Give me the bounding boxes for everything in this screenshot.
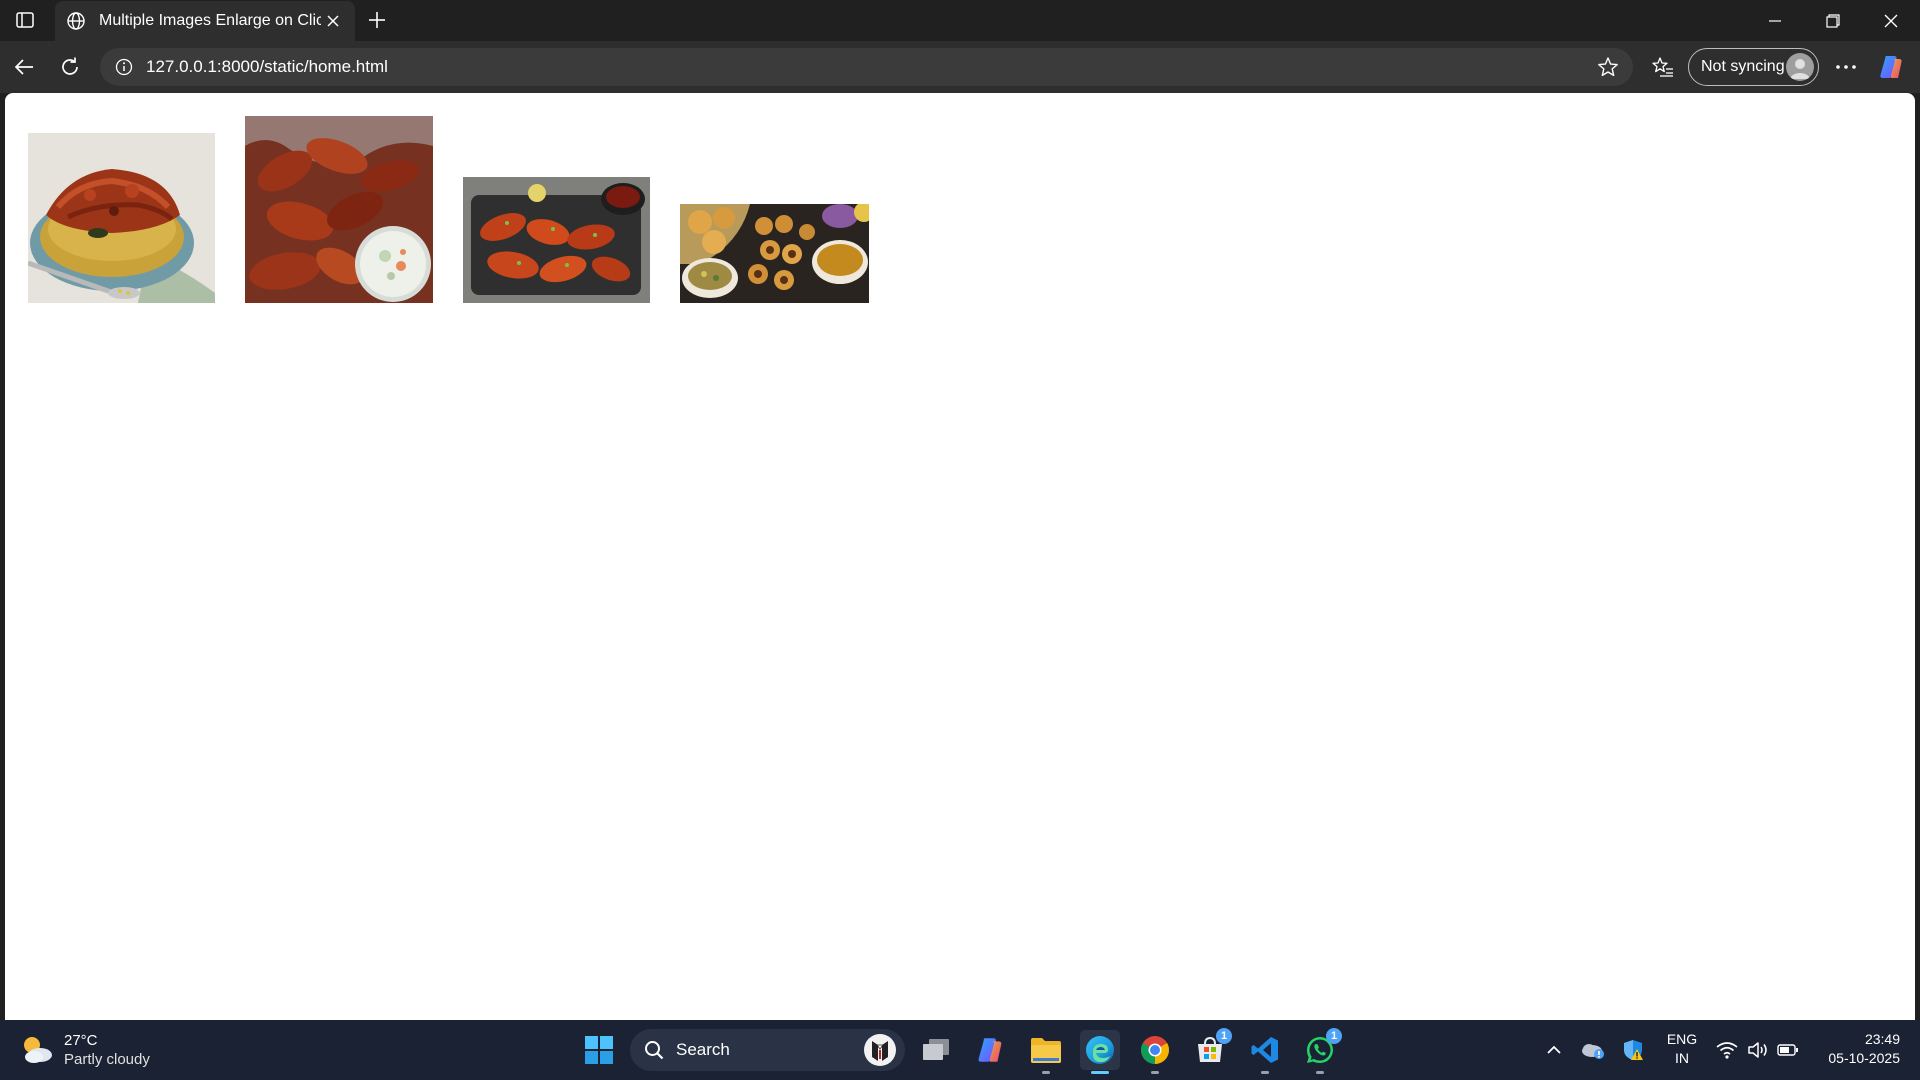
running-indicator [1151,1071,1159,1074]
store-badge: 1 [1216,1028,1232,1044]
close-icon [327,15,339,27]
restore-button[interactable] [1804,0,1862,41]
plus-icon [369,12,385,28]
running-indicator [1042,1071,1050,1074]
battery-tray-icon[interactable] [1774,1030,1802,1070]
favorite-star-icon[interactable] [1591,50,1625,84]
edge-browser-icon [1086,1036,1114,1064]
search-label: Search [676,1040,730,1059]
windows-taskbar: 27°C Partly cloudy Search 1 1 ENG IN 23:… [0,1020,1920,1080]
language-code: ENG [1666,1031,1698,1047]
new-tab-button[interactable] [362,6,392,34]
taskbar-copilot[interactable] [971,1030,1011,1070]
tab-active[interactable]: Multiple Images Enlarge on Click [55,1,355,41]
search-icon [645,1041,664,1060]
more-horizontal-icon [1836,65,1856,69]
more-options-button[interactable] [1828,49,1864,85]
start-button[interactable] [579,1030,619,1070]
sync-status-label: Not syncing [1701,58,1785,75]
copilot-icon [978,1038,1002,1062]
browser-titlebar: Multiple Images Enlarge on Click [0,0,1920,41]
favorites-list-icon [1652,57,1673,77]
folder-icon [1031,1038,1061,1063]
windows-logo-icon [585,1036,613,1064]
language-region: IN [1675,1050,1689,1066]
search-highlight-icon [864,1034,896,1066]
clock[interactable]: 23:49 05-10-2025 [1808,1030,1900,1068]
taskbar-store[interactable]: 1 [1190,1028,1232,1070]
copilot-button[interactable] [1874,49,1910,85]
vscode-icon [1251,1037,1278,1063]
taskbar-chrome[interactable] [1135,1030,1175,1074]
wifi-tray-icon[interactable] [1712,1030,1742,1070]
food-image-3[interactable] [463,177,650,303]
taskbar-vscode[interactable] [1245,1030,1285,1074]
back-arrow-icon [14,59,33,75]
site-info-icon[interactable] [112,55,136,79]
minimize-button[interactable] [1746,0,1804,41]
weather-temperature: 27°C [64,1032,98,1049]
screen: Multiple Images Enlarge on Click 127.0.0… [0,0,1920,1080]
favorites-button[interactable] [1645,49,1681,85]
chevron-up-icon [1547,1045,1561,1054]
tab-actions-button[interactable] [10,6,40,34]
volume-tray-icon[interactable] [1744,1030,1772,1070]
profile-sync-button[interactable]: Not syncing [1688,48,1819,86]
taskbar-file-explorer[interactable] [1026,1030,1066,1074]
globe-icon [65,10,87,32]
food-image-2[interactable] [245,116,433,303]
language-indicator[interactable]: ENG IN [1660,1030,1704,1068]
clock-date: 05-10-2025 [1828,1050,1900,1066]
task-view-icon [923,1039,949,1060]
clock-time: 23:49 [1864,1031,1900,1047]
refresh-button[interactable] [52,49,88,85]
taskbar-task-view[interactable] [916,1030,956,1070]
partly-cloudy-icon [24,1037,52,1063]
weather-widget[interactable]: 27°C Partly cloudy [18,1028,150,1072]
running-indicator [1261,1071,1269,1074]
tab-title: Multiple Images Enlarge on Click [99,12,321,29]
address-bar[interactable]: 127.0.0.1:8000/static/home.html [100,48,1633,86]
chrome-browser-icon [1141,1036,1169,1064]
weather-description: Partly cloudy [64,1051,150,1068]
food-image-1[interactable] [28,133,215,303]
food-image-4[interactable] [680,204,869,303]
taskbar-search[interactable]: Search [630,1029,905,1071]
address-url[interactable]: 127.0.0.1:8000/static/home.html [146,57,1591,77]
taskbar-whatsapp[interactable]: 1 [1300,1028,1342,1074]
active-indicator [1091,1071,1109,1074]
restore-icon [1826,13,1840,28]
taskbar-edge[interactable] [1080,1030,1120,1074]
avatar [1786,53,1814,81]
close-window-button[interactable] [1862,0,1920,41]
back-button[interactable] [6,49,42,85]
minimize-icon [1769,19,1781,22]
running-indicator [1316,1071,1324,1074]
onedrive-tray-icon[interactable] [1578,1030,1608,1070]
copilot-icon [1880,56,1902,78]
show-hidden-icons-button[interactable] [1540,1030,1568,1070]
tab-close-button[interactable] [321,9,345,33]
defender-tray-icon[interactable] [1618,1030,1648,1070]
close-icon [1884,14,1898,27]
whatsapp-badge: 1 [1326,1028,1342,1044]
page-viewport [5,93,1915,1020]
browser-toolbar: 127.0.0.1:8000/static/home.html Not sync… [0,41,1920,93]
refresh-icon [62,57,78,75]
tab-actions-icon [16,12,34,28]
